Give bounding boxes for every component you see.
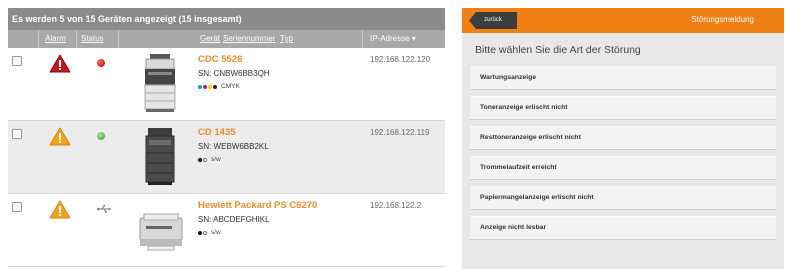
screenshot: Es werden 5 von 15 Geräten angezeigt (15… (0, 0, 789, 269)
color-mode: CMYK (198, 83, 240, 90)
column-divider (38, 30, 39, 48)
bw-dots-icon (198, 157, 208, 162)
serial-number: SN: CNBW6BB3QH (198, 69, 270, 78)
column-divider (118, 30, 119, 48)
bw-dots-icon (198, 230, 208, 235)
red-status-led (97, 59, 105, 67)
fault-option-drum[interactable]: Trommelaufzeit erreicht (470, 156, 776, 180)
fault-option-paper[interactable]: Papiermangelanzeige erlischt nicht (470, 186, 776, 210)
multifunction-printer-image (144, 54, 176, 112)
back-button[interactable]: zurück (469, 12, 517, 29)
fault-option-list: Wartungsanzeige Toneranzeige erlischt ni… (470, 66, 776, 240)
row-checkbox[interactable] (12, 202, 22, 212)
fault-report-panel: zurück Störungsmeldung Bitte wählen Sie … (462, 8, 784, 269)
inkjet-printer-image (139, 213, 183, 251)
device-name[interactable]: CD 1435 (198, 127, 236, 138)
fault-option-residual-toner[interactable]: Resttoneranzeige erlischt nicht (470, 126, 776, 150)
column-divider (362, 30, 363, 48)
ip-address: 192.168.122.120 (370, 55, 431, 64)
table-row[interactable]: CD 1435 SN: WEBW6BB2KL s/w 192.168.122.1… (8, 121, 445, 194)
fault-option-display[interactable]: Anzeige nicht lesbar (470, 216, 776, 240)
color-mode: s/w (198, 156, 221, 163)
color-mode-label: CMYK (221, 83, 240, 90)
ip-address: 192.168.122.119 (370, 128, 430, 137)
orange-warning-icon (49, 127, 71, 146)
serial-number: SN: ABCDEFGHIKL (198, 215, 270, 224)
row-checkbox[interactable] (12, 129, 22, 139)
ip-address: 192.168.122.2 (370, 201, 422, 210)
table-row[interactable]: CDC 5526 SN: CNBW6BB3QH CMYK 192.168.122… (8, 48, 445, 121)
serial-number: SN: WEBW6BB2KL (198, 142, 269, 151)
column-type[interactable]: Typ (280, 34, 293, 43)
column-ip[interactable]: IP-Adresse ▾ (370, 34, 416, 43)
green-status-led (97, 132, 105, 140)
fault-report-header: zurück Störungsmeldung (462, 8, 784, 33)
table-row[interactable]: Hewlett Packard PS C6270 SN: ABCDEFGHIKL… (8, 194, 445, 267)
fault-option-toner[interactable]: Toneranzeige erlischt nicht (470, 96, 776, 120)
device-name[interactable]: Hewlett Packard PS C6270 (198, 200, 317, 211)
color-mode: s/w (198, 229, 221, 236)
column-divider (76, 30, 77, 48)
color-mode-label: s/w (211, 229, 221, 236)
copier-image (145, 128, 175, 185)
device-list-panel: Es werden 5 von 15 Geräten angezeigt (15… (8, 8, 445, 269)
fault-type-prompt: Bitte wählen Sie die Art der Störung (475, 44, 641, 56)
column-alarm[interactable]: Alarm (45, 34, 66, 43)
color-mode-label: s/w (211, 156, 221, 163)
red-warning-icon (49, 54, 71, 73)
device-count-header: Es werden 5 von 15 Geräten angezeigt (15… (8, 8, 445, 30)
panel-title: Störungsmeldung (691, 15, 754, 24)
row-checkbox[interactable] (12, 56, 22, 66)
column-status[interactable]: Status (81, 34, 104, 43)
column-device[interactable]: Gerät (200, 34, 220, 43)
device-name[interactable]: CDC 5526 (198, 54, 242, 65)
column-header-row: Alarm Status Gerät Seriennummer Typ IP-A… (8, 30, 445, 48)
cmyk-dots-icon (198, 84, 218, 89)
fault-option-maintenance[interactable]: Wartungsanzeige (470, 66, 776, 90)
column-serial[interactable]: Seriennummer (223, 34, 275, 43)
usb-icon (97, 205, 111, 213)
orange-warning-icon (49, 200, 71, 219)
